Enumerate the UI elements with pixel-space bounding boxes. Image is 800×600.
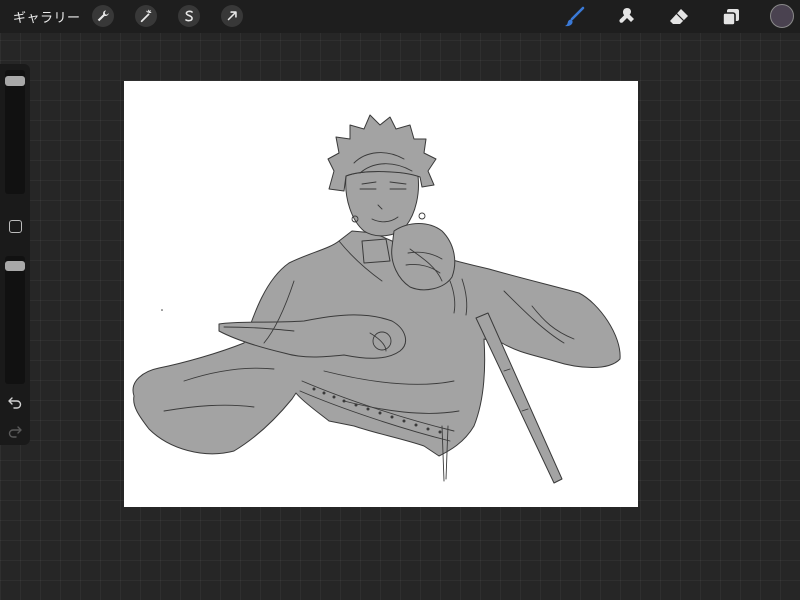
brush-icon[interactable] — [561, 4, 587, 30]
wrench-icon[interactable] — [92, 5, 114, 27]
brush-size-slider[interactable] — [5, 70, 25, 194]
opacity-slider[interactable] — [5, 256, 25, 384]
gallery-button[interactable]: ギャラリー — [13, 7, 81, 26]
character-sketch — [132, 114, 621, 484]
eraser-icon[interactable] — [666, 4, 692, 30]
color-picker-swatch[interactable] — [770, 4, 794, 28]
transform-arrow-icon[interactable] — [221, 5, 243, 27]
drawing-canvas[interactable] — [124, 81, 638, 507]
redo-icon[interactable] — [7, 424, 23, 438]
top-toolbar: ギャラリー — [0, 0, 800, 33]
smudge-icon[interactable] — [614, 4, 640, 30]
selection-icon[interactable] — [178, 5, 200, 27]
brush-size-slider-thumb[interactable] — [5, 76, 25, 86]
layers-icon[interactable] — [718, 4, 744, 30]
left-sidebar — [0, 64, 30, 445]
sketch-neck — [361, 238, 391, 264]
opacity-slider-thumb[interactable] — [5, 261, 25, 271]
undo-icon[interactable] — [7, 395, 23, 409]
magic-wand-icon[interactable] — [135, 5, 157, 27]
modify-button[interactable] — [9, 220, 22, 233]
